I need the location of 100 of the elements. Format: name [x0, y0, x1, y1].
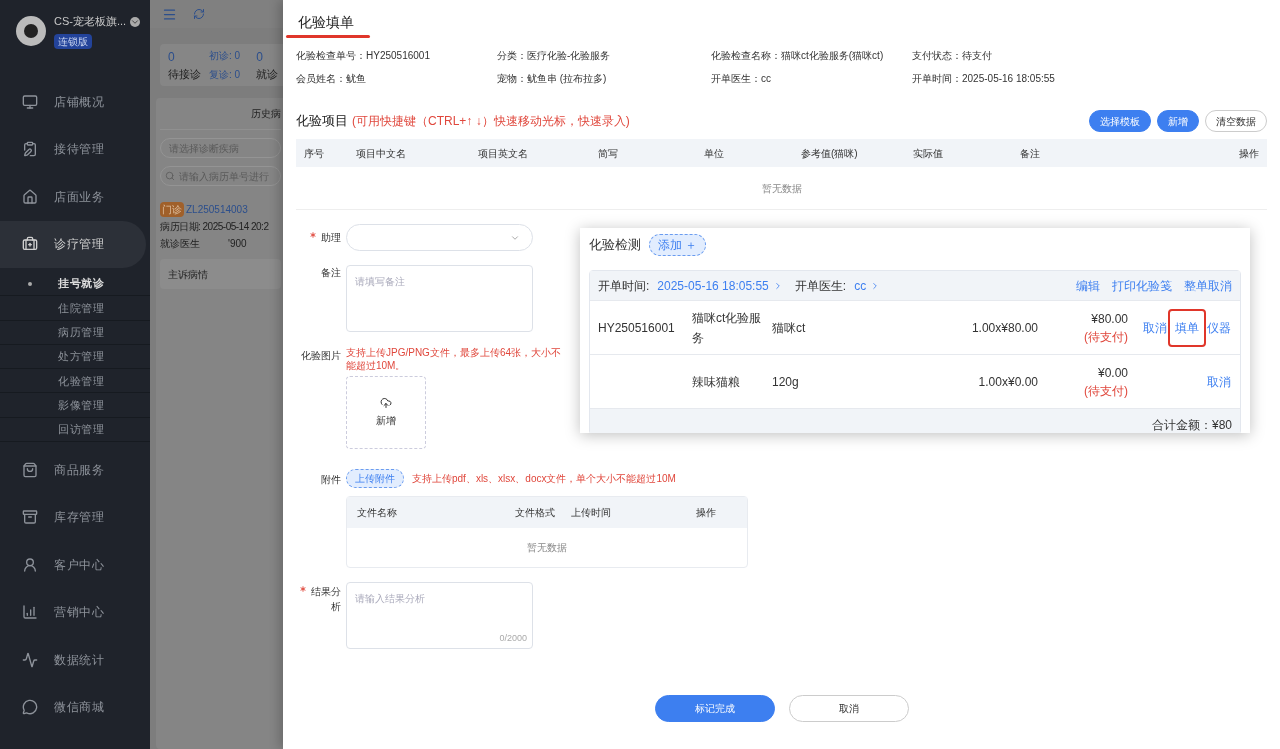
row-action-link[interactable]: 取消	[1142, 318, 1168, 337]
doctor-link[interactable]: cc	[854, 276, 867, 295]
field-label: 备注	[321, 267, 341, 278]
bag-icon	[22, 461, 38, 478]
column-header: 上传时间	[570, 506, 612, 520]
complaint-section: 主诉病情	[160, 259, 281, 289]
house-icon	[22, 188, 38, 205]
field-label: 化验图片	[301, 350, 341, 361]
field-label: 开单医生:	[794, 277, 847, 295]
field-label: 开单时间:	[598, 277, 650, 295]
menu-item[interactable]: 店铺概况	[0, 78, 150, 126]
column-header: 项目中文名	[356, 146, 407, 161]
info-text: 会员姓名：鱿鱼	[296, 72, 367, 86]
action-button[interactable]: 标记完成	[654, 695, 775, 722]
sub-stat: 初诊: 0	[209, 49, 241, 63]
sub-stat: 复诊: 0	[209, 68, 241, 82]
item-name: 猫咪ct化验服务	[692, 309, 763, 347]
pulse-icon	[22, 651, 38, 668]
payment-status: (待支付)	[1084, 382, 1128, 400]
search-icon	[165, 171, 175, 181]
upload-hint: 支持上传JPG/PNG文件，最多上传64张，大小不能超过10M。	[346, 346, 563, 372]
column-header: 单位	[704, 146, 725, 161]
add-button[interactable]: 添加 ＋	[649, 234, 707, 256]
info-text: 化验检查单号：HY250516001	[296, 49, 431, 63]
action-button[interactable]: 取消	[788, 695, 909, 722]
info-text: 分类：医疗化验-化验服务	[497, 49, 612, 63]
assistant-select[interactable]	[346, 224, 533, 251]
person-icon	[22, 556, 38, 573]
row-action-link[interactable]: 取消	[1206, 372, 1232, 391]
header-link[interactable]: 打印化验笺	[1112, 276, 1172, 295]
logo-icon	[16, 16, 46, 46]
card-title: 历史病	[160, 98, 281, 130]
item-spec: 120g	[772, 373, 800, 391]
column-header: 操作	[1238, 146, 1259, 161]
menu-item[interactable]: 商品服务	[0, 446, 150, 494]
action-button[interactable]: 清空数据	[1205, 110, 1267, 132]
popup-title: 化验检测	[589, 236, 641, 255]
payment-status: (待支付)	[1084, 328, 1128, 346]
menu-icon[interactable]	[162, 6, 177, 22]
char-counter: 0/2000	[499, 631, 527, 645]
doctor-name: '900	[228, 237, 247, 251]
order-time-link[interactable]: 2025-05-16 18:05:55	[657, 276, 769, 295]
upload-hint: 支持上传pdf、xls、xlsx、docx文件，单个大小不能超过10M	[412, 472, 676, 486]
order-number: HY250516001	[598, 319, 676, 337]
shortcut-hint: (可用快捷键（CTRL+↑ ↓）快速移动光标，快速录入)	[352, 113, 630, 130]
row-action-link[interactable]: 填单	[1168, 308, 1206, 347]
upload-icon	[380, 397, 392, 409]
menu-item[interactable]: 营销中心	[0, 588, 150, 637]
info-text: 开单时间：2025-05-16 18:05:55	[912, 72, 1056, 86]
item-quantity: 1.00x¥80.00	[970, 319, 1038, 337]
note-field[interactable]: 请填写备注	[346, 265, 533, 332]
menu-item[interactable]: 数据统计	[0, 636, 150, 684]
refresh-icon[interactable]	[193, 8, 205, 20]
image-upload-button[interactable]: 新增	[346, 376, 426, 449]
menu-item[interactable]: 客户中心	[0, 541, 150, 589]
section-title: 化验项目	[296, 112, 348, 131]
visit-tag: 门诊	[160, 202, 184, 217]
store-name: CS-宠老板旗...	[54, 14, 127, 30]
empty-text: 暂无数据	[527, 541, 567, 555]
medical-kit-icon	[22, 236, 38, 253]
total-amount: 合计金额：¥80	[1151, 418, 1232, 433]
column-header: 文件格式	[514, 506, 556, 520]
header-link[interactable]: 整单取消	[1184, 276, 1232, 295]
dropdown-icon[interactable]	[130, 16, 141, 27]
info-text: 支付状态：待支付	[912, 49, 993, 63]
bar-chart-icon	[22, 604, 38, 621]
stat-label: 就诊	[256, 66, 279, 82]
item-spec: 猫咪ct	[772, 319, 807, 337]
info-text: 宠物：鱿鱼串 (拉布拉多)	[497, 72, 608, 86]
menu-item[interactable]: 微信商城	[0, 683, 150, 732]
action-button[interactable]: 选择模板	[1089, 110, 1151, 132]
column-header: 文件名称	[357, 506, 398, 520]
row-action-link[interactable]: 仪器	[1206, 318, 1232, 337]
monitor-icon	[22, 93, 38, 110]
clipboard-icon	[22, 141, 38, 158]
stat-label: 待接诊	[168, 66, 201, 82]
field-label: 助理	[321, 232, 341, 243]
column-header: 实际值	[913, 146, 944, 161]
menu-item[interactable]: 接待管理	[0, 125, 150, 173]
info-text: 开单医生：cc	[711, 72, 772, 86]
empty-text: 暂无数据	[761, 181, 802, 196]
doctor-label: 就诊医生	[160, 237, 200, 251]
stat-value: 0	[168, 48, 176, 66]
column-header: 项目英文名	[478, 146, 529, 161]
column-header: 操作	[696, 506, 717, 520]
action-button[interactable]: 新增	[1157, 110, 1199, 132]
menu-item[interactable]: 库存管理	[0, 493, 150, 542]
item-amount: ¥80.00	[1091, 310, 1128, 328]
chat-icon	[22, 699, 38, 716]
field-label: 附件	[321, 474, 341, 485]
menu-item[interactable]: 店面业务	[0, 173, 150, 221]
drawer-title: 化验填单	[297, 13, 355, 32]
header-link[interactable]: 编辑	[1076, 276, 1100, 295]
archive-icon	[22, 509, 38, 526]
column-header: 参考值(猫咪)	[801, 146, 859, 161]
record-date: 病历日期: 2025-05-14 20:2	[160, 220, 269, 234]
menu-item[interactable]: 诊疗管理	[0, 220, 146, 268]
upload-attachment-button[interactable]: 上传附件	[346, 469, 404, 488]
column-header: 序号	[304, 146, 325, 161]
item-amount: ¥0.00	[1097, 364, 1128, 382]
